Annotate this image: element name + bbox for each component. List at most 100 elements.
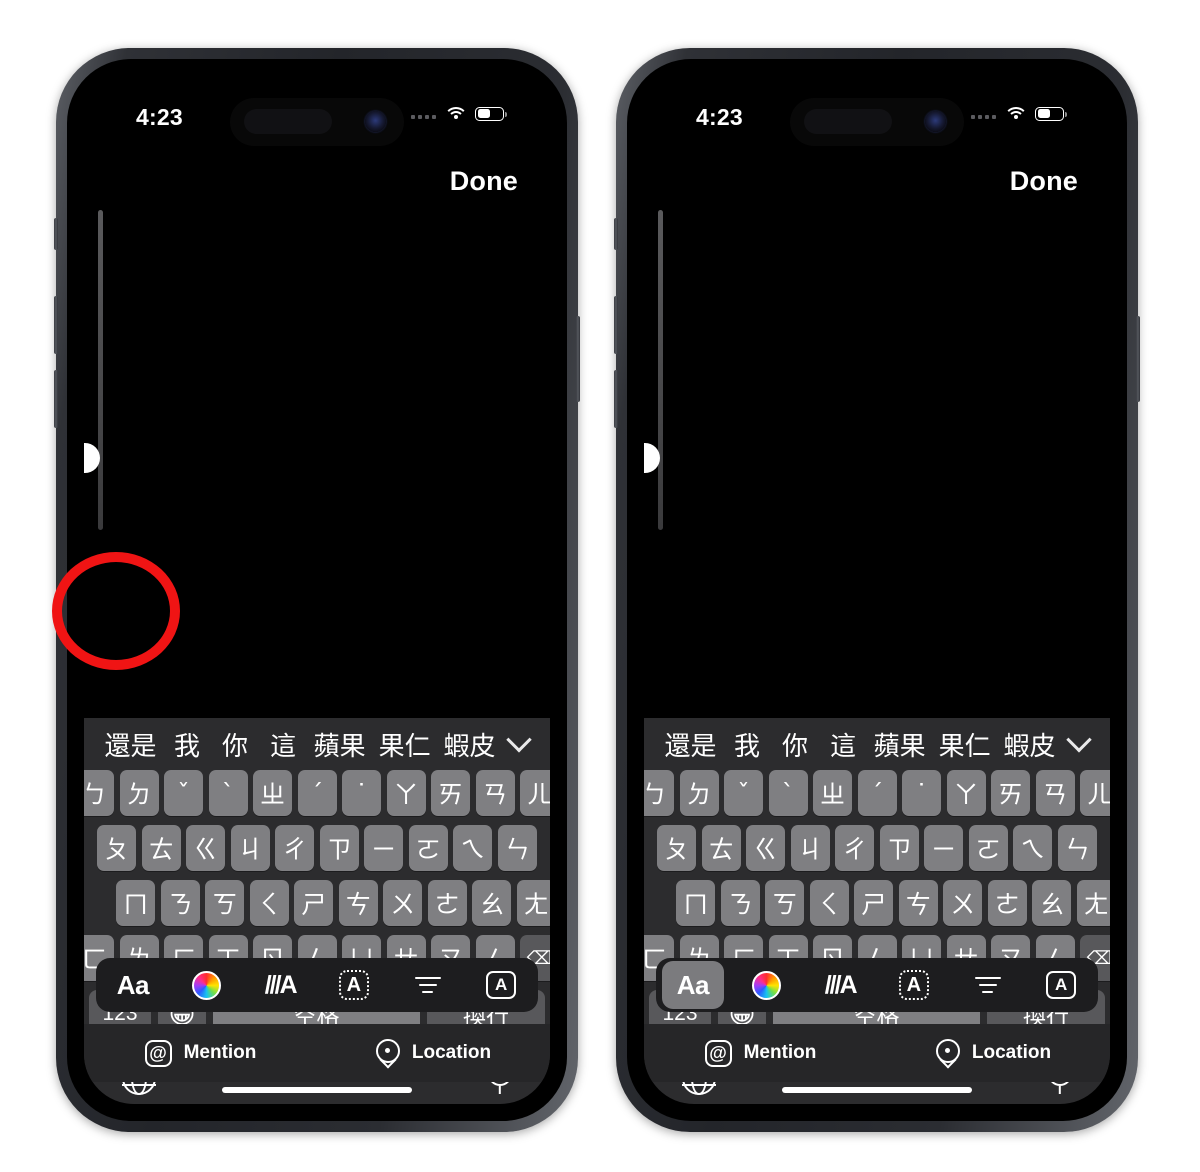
- suggestion-item[interactable]: 蘋果: [867, 726, 932, 763]
- done-button-left[interactable]: Done: [450, 166, 518, 197]
- key[interactable]: ㄋ: [720, 880, 760, 926]
- volume-up-right[interactable]: [614, 296, 618, 354]
- key[interactable]: ㄛ: [408, 825, 448, 871]
- silent-switch-right[interactable]: [614, 218, 618, 250]
- suggestion-item[interactable]: 蝦皮: [437, 726, 502, 763]
- key[interactable]: ˇ: [164, 770, 203, 816]
- key[interactable]: ㄤ: [1076, 880, 1110, 926]
- suggestion-item[interactable]: 我: [723, 726, 771, 763]
- suggestion-item[interactable]: 我: [163, 726, 211, 763]
- suggestion-item[interactable]: 果仁: [932, 726, 997, 763]
- key[interactable]: ㄟ: [1013, 825, 1053, 871]
- volume-up-left[interactable]: [54, 296, 58, 354]
- location-button-right[interactable]: Location: [877, 1038, 1110, 1068]
- key[interactable]: ㄢ: [1035, 770, 1075, 816]
- text-size-slider-left[interactable]: [98, 210, 103, 530]
- glow-button-left[interactable]: A: [317, 958, 391, 1012]
- mention-button-right[interactable]: @ Mention: [644, 1039, 877, 1067]
- suggestion-item[interactable]: 蘋果: [307, 726, 372, 763]
- key[interactable]: ㄑ: [249, 880, 289, 926]
- key[interactable]: ㄊ: [141, 825, 181, 871]
- color-button-left[interactable]: [170, 958, 244, 1012]
- key[interactable]: ㄠ: [1032, 880, 1072, 926]
- key[interactable]: ㄆ: [657, 825, 697, 871]
- key[interactable]: ㄚ: [946, 770, 986, 816]
- suggestion-item[interactable]: 還是: [658, 726, 723, 763]
- suggestion-item[interactable]: 你: [211, 726, 259, 763]
- text-bg-button-left[interactable]: A: [464, 958, 538, 1012]
- font-style-button-left[interactable]: Aa: [96, 958, 170, 1012]
- key[interactable]: ㄜ: [987, 880, 1027, 926]
- text-bg-button-right[interactable]: A: [1024, 958, 1098, 1012]
- key[interactable]: ㄧ: [924, 825, 964, 871]
- key[interactable]: ˊ: [297, 770, 337, 816]
- key[interactable]: ˋ: [208, 770, 248, 816]
- key[interactable]: ㄣ: [497, 825, 537, 871]
- key[interactable]: ㄜ: [427, 880, 467, 926]
- key[interactable]: ㄉ: [119, 770, 159, 816]
- key[interactable]: ㄕ: [854, 880, 894, 926]
- location-button-left[interactable]: Location: [317, 1038, 550, 1068]
- key[interactable]: ˊ: [857, 770, 897, 816]
- color-button-right[interactable]: [730, 958, 804, 1012]
- key[interactable]: ㄢ: [475, 770, 515, 816]
- suggestion-item[interactable]: 蝦皮: [997, 726, 1062, 763]
- suggestion-item[interactable]: 這: [259, 726, 307, 763]
- key[interactable]: ㄍ: [186, 825, 226, 871]
- key[interactable]: ㄘ: [338, 880, 378, 926]
- volume-down-left[interactable]: [54, 370, 58, 428]
- key[interactable]: ㄐ: [790, 825, 830, 871]
- key[interactable]: ㄎ: [765, 880, 805, 926]
- key[interactable]: ㄟ: [453, 825, 493, 871]
- suggestion-item[interactable]: 果仁: [372, 726, 437, 763]
- volume-down-right[interactable]: [614, 370, 618, 428]
- key[interactable]: ㄓ: [813, 770, 852, 816]
- power-button-right[interactable]: [1136, 316, 1140, 402]
- silent-switch-left[interactable]: [54, 218, 58, 250]
- key[interactable]: ㄔ: [275, 825, 315, 871]
- key[interactable]: ˙: [902, 770, 941, 816]
- story-canvas-right[interactable]: Done Deco Squeeze Typewriter Strong Men: [644, 138, 1110, 1104]
- power-button-left[interactable]: [576, 316, 580, 402]
- done-button-right[interactable]: Done: [1010, 166, 1078, 197]
- key[interactable]: ㄋ: [160, 880, 200, 926]
- text-effect-button-left[interactable]: ///A: [243, 958, 317, 1012]
- key[interactable]: ㄦ: [520, 770, 550, 816]
- key[interactable]: ㄧ: [364, 825, 404, 871]
- key[interactable]: ㄤ: [516, 880, 550, 926]
- text-size-slider-right[interactable]: [658, 210, 663, 530]
- suggestion-item[interactable]: 還是: [98, 726, 163, 763]
- key[interactable]: ㄅ: [644, 770, 674, 816]
- key[interactable]: ㄇ: [116, 880, 156, 926]
- key[interactable]: ㄦ: [1080, 770, 1110, 816]
- align-button-right[interactable]: [951, 958, 1025, 1012]
- key[interactable]: ㄔ: [835, 825, 875, 871]
- glow-button-right[interactable]: A: [877, 958, 951, 1012]
- story-canvas-left[interactable]: Done Aa ///A A A @ Mention Location 還是 我…: [84, 138, 550, 1104]
- key[interactable]: ㄗ: [319, 825, 359, 871]
- key[interactable]: ㄑ: [809, 880, 849, 926]
- key[interactable]: ㄣ: [1057, 825, 1097, 871]
- align-button-left[interactable]: [391, 958, 465, 1012]
- key[interactable]: ㄠ: [472, 880, 512, 926]
- key[interactable]: ㄛ: [968, 825, 1008, 871]
- key[interactable]: ㄍ: [746, 825, 786, 871]
- key[interactable]: ˋ: [768, 770, 808, 816]
- mention-button-left[interactable]: @ Mention: [84, 1039, 317, 1067]
- suggestion-item[interactable]: 這: [819, 726, 867, 763]
- key[interactable]: ㄓ: [253, 770, 292, 816]
- key[interactable]: ㄊ: [701, 825, 741, 871]
- key[interactable]: ㄞ: [991, 770, 1030, 816]
- key[interactable]: ㄇ: [676, 880, 716, 926]
- key[interactable]: ˇ: [724, 770, 763, 816]
- suggestion-item[interactable]: 你: [771, 726, 819, 763]
- font-style-button-right[interactable]: Aa: [656, 958, 730, 1012]
- chevron-down-icon[interactable]: [1062, 735, 1096, 753]
- key[interactable]: ㄗ: [879, 825, 919, 871]
- key[interactable]: ㄞ: [431, 770, 470, 816]
- key[interactable]: ㄎ: [205, 880, 245, 926]
- key[interactable]: ㄕ: [294, 880, 334, 926]
- key[interactable]: ㄚ: [386, 770, 426, 816]
- key[interactable]: ㄐ: [230, 825, 270, 871]
- key[interactable]: ㄆ: [97, 825, 137, 871]
